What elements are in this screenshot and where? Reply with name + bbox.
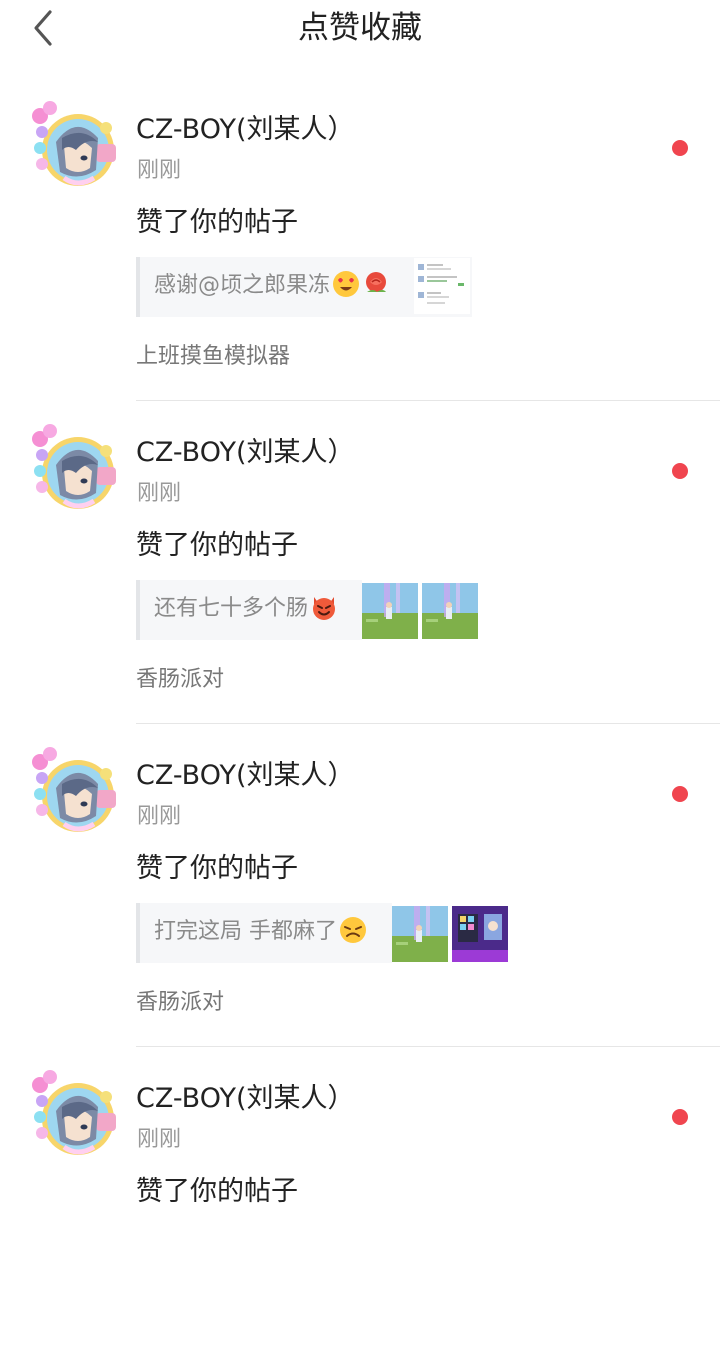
username[interactable]: CZ-BOY(刘某人） [136,1081,355,1117]
post-preview[interactable]: 还有七十多个肠 [136,580,362,640]
username[interactable]: CZ-BOY(刘某人） [136,112,355,148]
unread-indicator [672,463,688,479]
avatar[interactable] [28,744,122,838]
post-thumbnail[interactable] [452,906,508,962]
avatar[interactable] [28,421,122,515]
notification-item[interactable]: CZ-BOY(刘某人） 刚刚 赞了你的帖子 感谢@顷之郎果冻 上班摸鱼模拟器 [0,78,720,401]
user-avatar-image [28,421,122,515]
game-scene-thumb-image [362,583,418,639]
post-preview-text: 还有七十多个肠 [154,596,309,621]
timestamp: 刚刚 [137,804,182,829]
username[interactable]: CZ-BOY(刘某人） [136,758,355,794]
avatar[interactable] [28,1067,122,1161]
post-preview-text: 打完这局 手都麻了 [154,919,337,944]
game-scene-thumb-image [392,906,448,962]
timestamp: 刚刚 [137,158,182,183]
unread-indicator [672,140,688,156]
post-preview-line: 感谢@顷之郎果冻 [154,270,390,302]
action-text: 赞了你的帖子 [136,1176,298,1207]
page-title: 点赞收藏 [298,10,422,46]
timestamp: 刚刚 [137,481,182,506]
game-tag[interactable]: 香肠派对 [136,988,224,1018]
timestamp: 刚刚 [137,1127,182,1152]
post-thumbnail[interactable] [414,258,470,314]
devil-emoji-icon [310,593,338,621]
game-menu-thumb-image [452,906,508,962]
notification-item[interactable]: CZ-BOY(刘某人） 刚刚 赞了你的帖子 [0,1047,720,1370]
heart-eyes-emoji-icon [332,270,360,298]
username[interactable]: CZ-BOY(刘某人） [136,435,355,471]
unread-indicator [672,786,688,802]
post-preview-line: 打完这局 手都麻了 [154,916,367,948]
unread-indicator [672,1109,688,1125]
game-scene-thumb-image [422,583,478,639]
notification-list: CZ-BOY(刘某人） 刚刚 赞了你的帖子 感谢@顷之郎果冻 上班摸鱼模拟器 C… [0,78,720,1370]
user-avatar-image [28,1067,122,1161]
avatar[interactable] [28,98,122,192]
post-thumbnail[interactable] [422,583,478,639]
header-bar: 点赞收藏 [0,0,720,60]
post-thumbnail[interactable] [392,906,448,962]
screenshot-thumb-image [414,258,470,314]
game-tag[interactable]: 上班摸鱼模拟器 [136,342,290,372]
action-text: 赞了你的帖子 [136,853,298,884]
notification-item[interactable]: CZ-BOY(刘某人） 刚刚 赞了你的帖子 还有七十多个肠 香肠派对 [0,401,720,724]
rose-emoji-icon [362,270,390,298]
user-avatar-image [28,98,122,192]
tired-emoji-icon [339,916,367,944]
post-preview-line: 还有七十多个肠 [154,593,338,625]
post-preview[interactable]: 打完这局 手都麻了 [136,903,392,963]
post-thumbnail[interactable] [362,583,418,639]
action-text: 赞了你的帖子 [136,207,298,238]
notification-item[interactable]: CZ-BOY(刘某人） 刚刚 赞了你的帖子 打完这局 手都麻了 香肠派对 [0,724,720,1047]
game-tag[interactable]: 香肠派对 [136,665,224,695]
action-text: 赞了你的帖子 [136,530,298,561]
user-avatar-image [28,744,122,838]
post-preview-text: 感谢@顷之郎果冻 [154,273,331,298]
